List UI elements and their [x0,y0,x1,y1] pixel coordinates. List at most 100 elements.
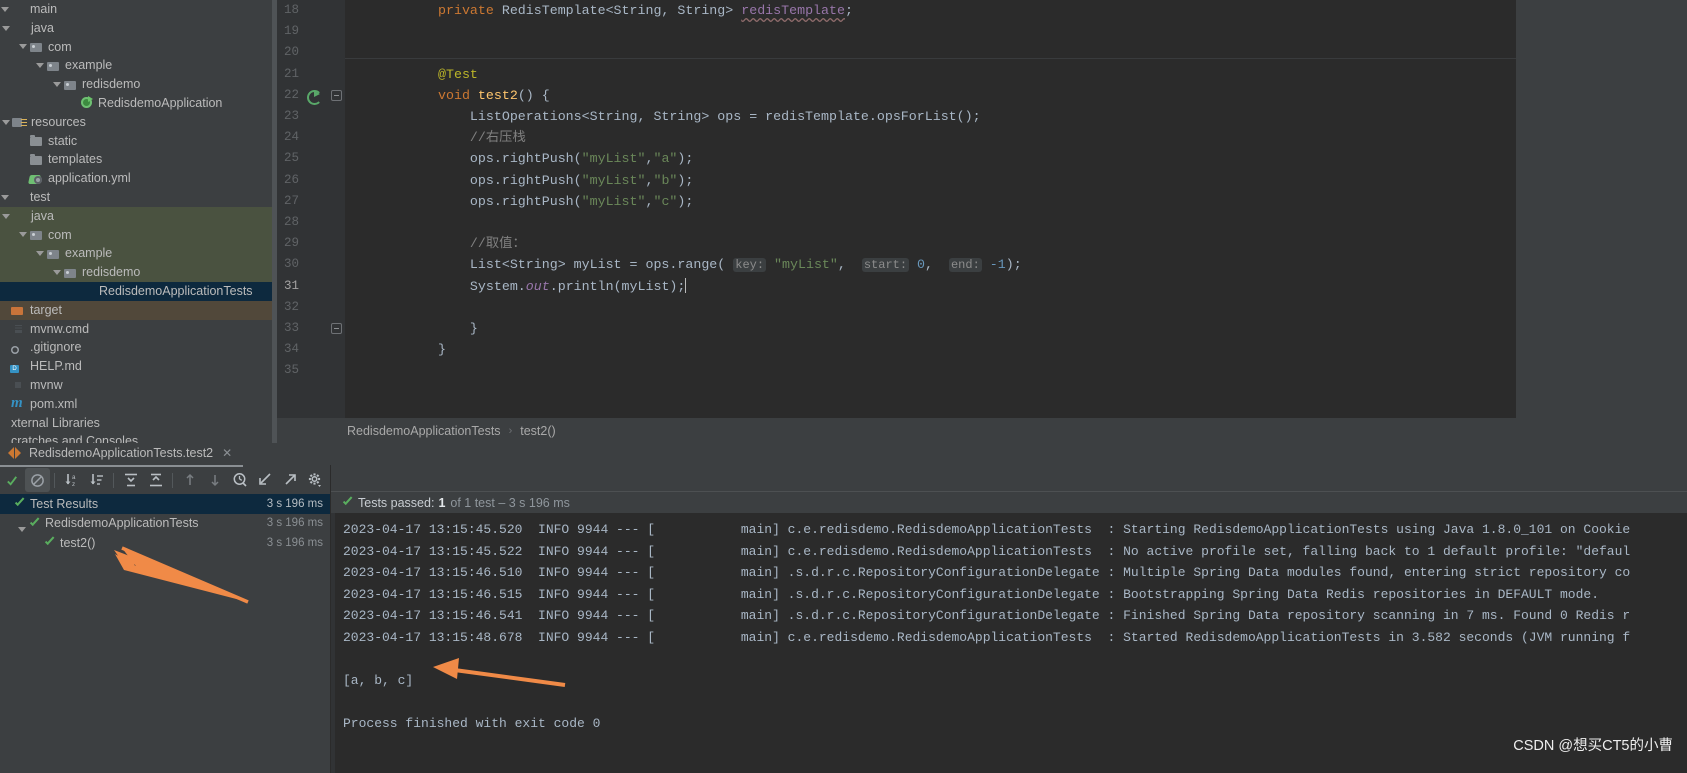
test-history-icon[interactable] [227,468,252,492]
project-tree-item[interactable]: mvnw.cmd [0,320,277,339]
run-test-gutter-icon[interactable] [307,89,322,105]
target-icon [11,303,26,317]
close-icon[interactable]: ✕ [222,446,232,460]
project-tree-item[interactable]: example [0,56,277,75]
code-fold-icon-method-end[interactable] [331,323,342,334]
project-tree-item[interactable]: mvnw [0,376,277,395]
previous-failed-test-icon[interactable] [177,468,202,492]
chevron-down-icon[interactable] [52,267,63,278]
project-tool-window[interactable]: main java com example redisdemo RedisdemoAppl… [0,0,277,443]
test-tree-label: test2() [60,535,96,550]
rerun-tests-icon[interactable] [0,468,25,492]
test-tree-row[interactable]: test2() 3 s 196 ms [0,533,330,553]
line-number: 25 [283,151,299,166]
code-editor[interactable]: 18 19 20 21 22 23 24 25 26 27 28 29 30 31 32 33 34 35 pri… [277,0,1687,443]
project-tree-item[interactable]: main [0,0,277,19]
project-tree-item[interactable]: pom.xml [0,395,277,414]
chevron-down-icon[interactable] [0,4,11,15]
code-fold-icon-method[interactable] [331,90,342,101]
project-tree-item[interactable]: application.yml [0,169,277,188]
test-results-tree[interactable]: Test Results 3 s 196 ms RedisdemoApplicati… [0,494,330,773]
project-tree-item[interactable]: HELP.md [0,357,277,376]
chevron-down-icon[interactable] [1,117,12,128]
project-tree-item[interactable]: java [0,19,277,38]
project-tree-item-label: com [48,39,72,54]
test-passed-icon [28,517,41,530]
chevron-down-icon[interactable] [1,211,12,222]
breadcrumb[interactable]: RedisdemoApplicationTests › test2() [277,418,1687,443]
test-tree-label: Test Results [30,496,99,511]
code-text-area[interactable]: private RedisTemplate<String, String> re… [345,0,1687,418]
code-line-22: void test2() { [438,85,550,106]
settings-icon[interactable] [302,468,327,492]
export-tests-icon[interactable] [277,468,302,492]
chevron-down-icon[interactable] [35,248,46,259]
project-tree-item[interactable]: templates [0,150,277,169]
project-tree-item[interactable]: .gitignore [0,338,277,357]
console-line: 2023-04-17 13:15:46.541 INFO 9944 --- [ … [343,608,1631,623]
project-tree-item[interactable]: com [0,225,277,245]
chevron-down-icon[interactable] [18,229,29,240]
file-git-icon [11,341,26,355]
project-tree-item[interactable]: redisdemo [0,263,277,282]
string-mylist-30: "myList" [774,257,838,273]
project-tree-item-label: example [65,58,113,73]
tree-arrow-spacer [69,286,80,297]
test-tree-row[interactable]: Test Results 3 s 196 ms [0,494,330,514]
line-number: 22 [283,87,299,102]
breadcrumb-method[interactable]: test2() [520,424,555,438]
stop-icon[interactable] [25,468,50,492]
test-duration: 3 s 196 ms [266,536,323,549]
project-tree-item[interactable]: xternal Libraries [0,414,277,433]
project-tree-item[interactable]: com [0,38,277,57]
l27-pre: ops.rightPush( [438,193,582,209]
top-area: main java com example redisdemo RedisdemoAppl… [0,0,1687,443]
line-number: 28 [283,215,299,229]
project-tree-item[interactable]: example [0,244,277,264]
chevron-down-icon[interactable] [52,79,63,90]
chevron-down-icon[interactable] [35,60,46,71]
chevron-down-icon[interactable] [1,23,12,34]
project-tree-item[interactable]: cratches and Consoles [0,432,277,443]
console-output[interactable]: 2023-04-17 13:15:45.520 INFO 9944 --- [ … [331,513,1687,773]
project-tree-item[interactable]: java [0,206,277,226]
project-tree-item-label: static [48,133,78,148]
project-tree-item[interactable]: RedisdemoApplicationTests [0,281,277,301]
check-icon [341,496,354,509]
line-number: 33 [283,321,299,335]
keyword-void: void [438,87,470,103]
project-tree-item-label: RedisdemoApplication [98,95,223,110]
project-tree-item[interactable]: redisdemo [0,75,277,94]
project-tree-item-label: java [31,20,54,35]
line-number: 18 [283,3,299,17]
sort-by-duration-icon[interactable] [84,468,109,492]
project-tree-item[interactable]: resources [0,113,277,132]
project-tree-item-label: RedisdemoApplicationTests [99,283,253,298]
semicolon-18: ; [844,3,853,18]
code-line-34: } [438,339,446,360]
breadcrumb-class[interactable]: RedisdemoApplicationTests [347,424,501,438]
run-tab-redisdemoapplicationtests-test2[interactable]: RedisdemoApplicationTests.test2 ✕ [8,443,232,465]
chevron-down-icon[interactable] [18,41,29,52]
chevron-down-icon[interactable] [0,192,11,203]
pkg-icon [29,40,44,54]
yml-icon [29,172,44,186]
expand-all-icon[interactable] [118,468,143,492]
project-tree-item-label: cratches and Consoles [11,434,139,443]
code-line-23: ListOperations<String, String> ops = red… [438,106,981,127]
project-tree-item[interactable]: target [0,300,277,320]
sort-alphabetically-icon[interactable]: a z [59,468,84,492]
project-tree-item[interactable]: RedisdemoApplication [0,94,277,113]
console-line: 2023-04-17 13:15:46.515 INFO 9944 --- [ … [343,586,1600,602]
code-line-29-comment: //取值： [438,233,526,254]
next-failed-test-icon[interactable] [202,468,227,492]
test-tree-row[interactable]: RedisdemoApplicationTests 3 s 196 ms [0,514,330,534]
import-tests-icon[interactable] [252,468,277,492]
editor-gutter[interactable]: 18 19 20 21 22 23 24 25 26 27 28 29 30 31 32 33 34 35 [277,0,345,418]
tree-arrow-spacer [0,436,11,443]
collapse-all-icon[interactable] [143,468,168,492]
project-tree-item[interactable]: static [0,132,277,151]
project-tree-item[interactable]: test [0,188,277,207]
tree-arrow-spacer [0,342,11,353]
svg-text:a: a [72,474,76,481]
